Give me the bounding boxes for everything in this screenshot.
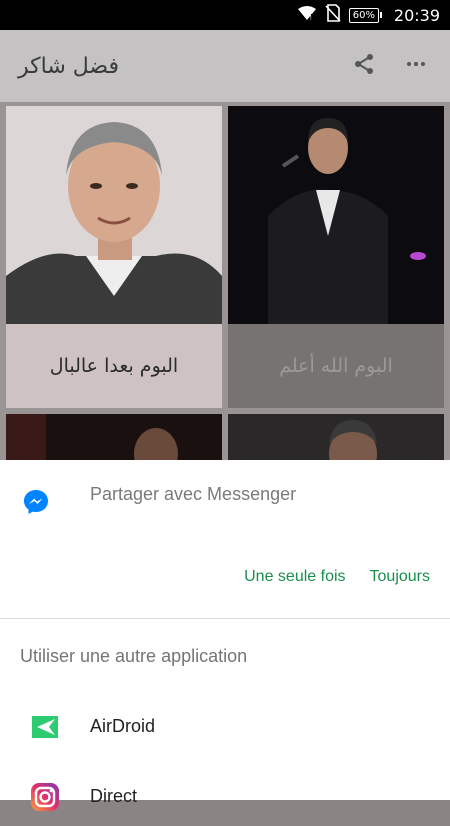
instagram-icon xyxy=(28,780,62,814)
app-item-airdroid[interactable]: AirDroid xyxy=(0,696,450,756)
battery-level: 60% xyxy=(348,7,379,23)
always-button[interactable]: Toujours xyxy=(370,568,430,586)
more-vert-icon xyxy=(404,52,428,81)
share-button[interactable] xyxy=(344,46,384,86)
album-card[interactable]: البوم بعدا عالبال xyxy=(6,106,222,408)
page-title: فضل شاكر xyxy=(18,53,119,79)
more-options-button[interactable] xyxy=(396,46,436,86)
app-bar: فضل شاكر xyxy=(0,30,450,102)
album-title: البوم بعدا عالبال xyxy=(6,324,222,408)
status-bar: ! 60% 20:39 xyxy=(0,0,450,30)
once-button[interactable]: Une seule fois xyxy=(244,568,345,586)
messenger-share-option[interactable]: Partager avec Messenger xyxy=(0,478,450,528)
album-title: البوم الله أعلم xyxy=(228,324,444,408)
other-app-heading: Utiliser une autre application xyxy=(20,646,248,666)
album-cover-image xyxy=(228,106,444,326)
no-sim-icon xyxy=(325,4,341,26)
battery-icon: 60% xyxy=(348,7,382,23)
album-grid: البوم بعدا عالبال البوم الله أعلم xyxy=(0,102,450,474)
app-label: AirDroid xyxy=(90,716,156,736)
divider xyxy=(0,618,450,619)
share-icon xyxy=(352,52,376,81)
airdroid-icon xyxy=(28,710,62,744)
status-time: 20:39 xyxy=(393,5,440,25)
messenger-icon xyxy=(22,488,50,521)
share-sheet: Partager avec Messenger Une seule fois T… xyxy=(0,460,450,811)
album-cover-image xyxy=(6,106,222,326)
messenger-label: Partager avec Messenger xyxy=(90,484,297,504)
app-item-direct[interactable]: Direct xyxy=(0,766,450,826)
wifi-icon: ! xyxy=(297,5,317,25)
album-card[interactable]: البوم الله أعلم xyxy=(228,106,444,408)
choice-actions: Une seule fois Toujours xyxy=(244,568,430,586)
app-label: Direct xyxy=(90,786,138,806)
